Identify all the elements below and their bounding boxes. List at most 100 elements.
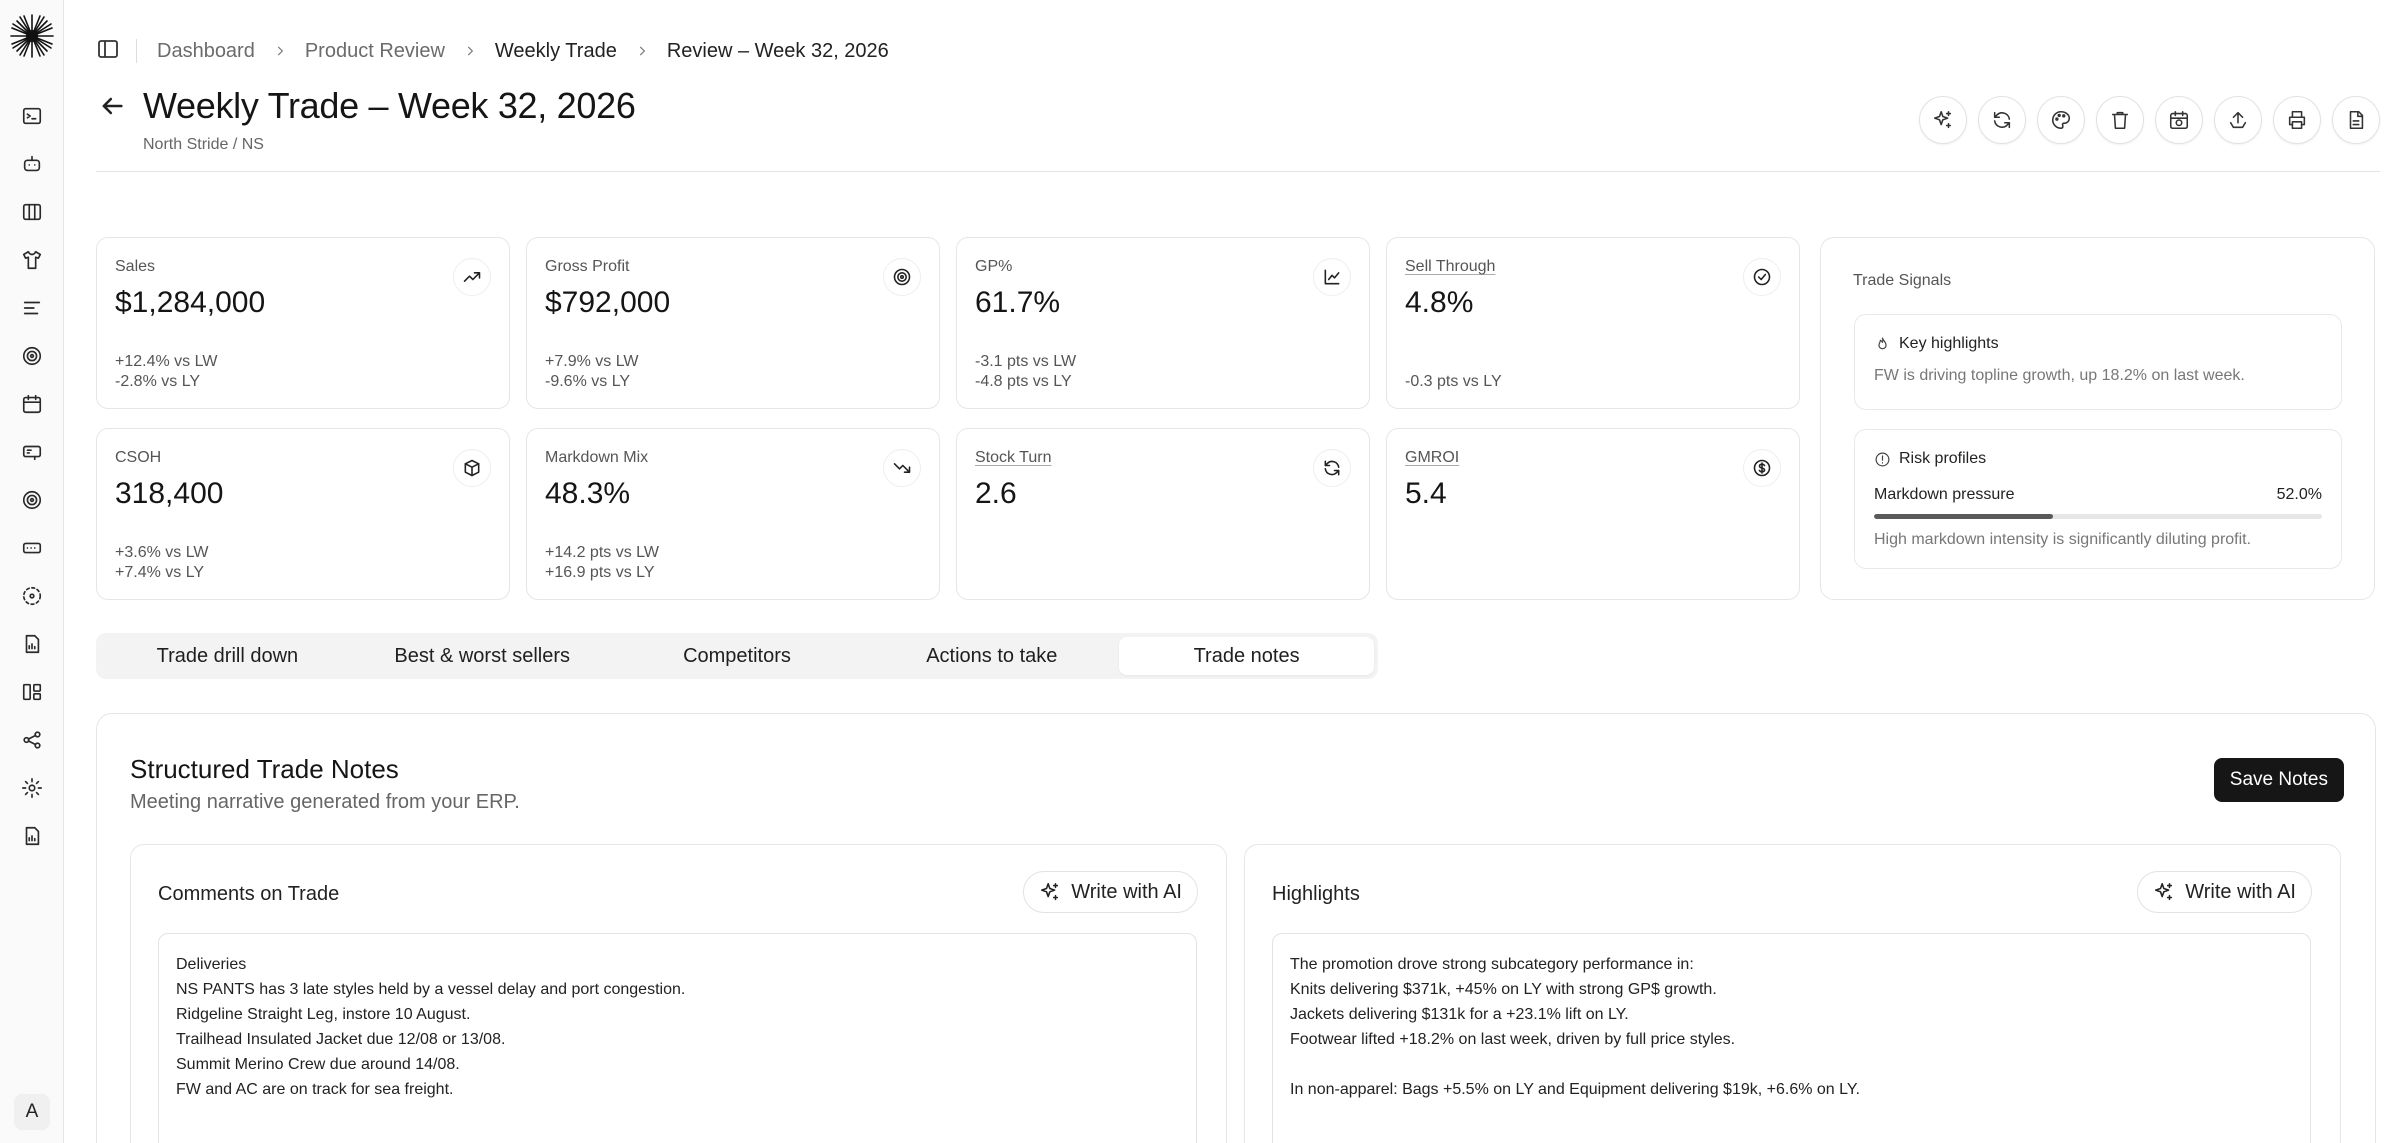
note-line: In non-apparel: Bags +5.5% on LY and Equ… (1290, 1081, 1860, 1098)
tab-trade-notes[interactable]: Trade notes (1119, 637, 1374, 675)
chevron-right-icon (635, 44, 649, 58)
tab-bar: Trade drill down Best & worst sellers Co… (96, 633, 1378, 679)
header-divider (96, 171, 2380, 172)
tab-best-worst-sellers[interactable]: Best & worst sellers (355, 637, 610, 675)
bot-icon[interactable] (19, 151, 45, 177)
document-icon (2349, 110, 2364, 130)
refresh-icon (1313, 449, 1351, 487)
kpi-card-sell-through[interactable]: Sell Through 4.8% -0.3 pts vs LY (1386, 237, 1800, 409)
write-with-ai-label: Write with AI (1071, 880, 1182, 903)
highlights-title: Highlights (1272, 883, 1360, 905)
kpi-card-gmroi[interactable]: GMROI 5.4 (1386, 428, 1800, 600)
schedule-button[interactable] (2155, 96, 2203, 144)
calendar-icon[interactable] (19, 391, 45, 417)
kpi-label[interactable]: Sell Through (1405, 258, 1781, 276)
delete-button[interactable] (2096, 96, 2144, 144)
kpi-label: Markdown Mix (545, 449, 649, 466)
write-with-ai-label: Write with AI (2185, 880, 2296, 903)
target-alt-icon[interactable] (19, 487, 45, 513)
kpi-delta-ly: +7.4% vs LY (115, 564, 205, 581)
comments-textarea[interactable]: Deliveries NS PANTS has 3 late styles he… (158, 933, 1197, 1143)
kpi-value: 318,400 (115, 477, 224, 510)
settings-icon[interactable] (19, 775, 45, 801)
trade-notes-panel: Structured Trade Notes Meeting narrative… (96, 713, 2376, 1143)
dashed-circle-icon[interactable] (19, 583, 45, 609)
kpi-delta-lw: +14.2 pts vs LW (545, 544, 659, 561)
back-arrow-icon[interactable] (98, 92, 126, 120)
sparkles-icon (2155, 882, 2173, 901)
ticket-icon[interactable] (19, 439, 45, 465)
breadcrumb-bar: Dashboard Product Review Weekly Trade Re… (96, 36, 889, 66)
note-line: Summit Merino Crew due around 14/08. (176, 1056, 460, 1073)
theme-button[interactable] (2037, 96, 2085, 144)
kpi-card-csoh[interactable]: CSOH 318,400 +3.6% vs LW +7.4% vs LY (96, 428, 510, 600)
notes-subtitle: Meeting narrative generated from your ER… (130, 791, 520, 813)
tab-actions-to-take[interactable]: Actions to take (864, 637, 1119, 675)
page-title: Weekly Trade – Week 32, 2026 (143, 85, 636, 126)
avatar[interactable]: A (14, 1094, 50, 1130)
kpi-card-sales[interactable]: Sales $1,284,000 +12.4% vs LW -2.8% vs LY (96, 237, 510, 409)
kpi-card-markdown-mix[interactable]: Markdown Mix 48.3% +14.2 pts vs LW +16.9 … (526, 428, 940, 600)
upload-button[interactable] (2214, 96, 2262, 144)
risk-profiles-card: Risk profiles Markdown pressure 52.0% Hig… (1854, 429, 2342, 569)
note-line (1290, 1052, 2293, 1077)
kpi-delta-lw: +7.9% vs LW (545, 353, 639, 370)
tab-trade-drill-down[interactable]: Trade drill down (100, 637, 355, 675)
sparkles-icon (1933, 110, 1952, 129)
kpi-value: 61.7% (975, 286, 1061, 319)
kpi-delta-lw (1405, 352, 1502, 372)
trending-up-icon (453, 258, 491, 296)
brand-logo[interactable] (8, 12, 56, 60)
key-highlights-title: Key highlights (1899, 335, 1999, 352)
kpi-label: Gross Profit (545, 258, 630, 275)
kpi-value: 48.3% (545, 477, 631, 510)
layout-icon[interactable] (19, 679, 45, 705)
toolbar (1919, 96, 2380, 144)
document-button[interactable] (2332, 96, 2380, 144)
report-icon[interactable] (19, 631, 45, 657)
card-icon[interactable] (19, 535, 45, 561)
sidebar-toggle-icon[interactable] (96, 37, 120, 66)
kpi-card-gross-profit[interactable]: Gross Profit $792,000 +7.9% vs LW -9.6% v… (526, 237, 940, 409)
risk-progress-bar (1874, 514, 2322, 519)
tab-competitors[interactable]: Competitors (610, 637, 865, 675)
list-filter-icon[interactable] (19, 295, 45, 321)
kpi-label[interactable]: GMROI (1405, 449, 1781, 467)
note-line: Knits delivering $371k, +45% on LY with … (1290, 981, 1717, 998)
breadcrumb-product-review[interactable]: Product Review (305, 40, 445, 63)
kpi-value: $1,284,000 (115, 286, 266, 319)
breadcrumb-dashboard[interactable]: Dashboard (157, 40, 255, 63)
share-icon[interactable] (19, 727, 45, 753)
key-highlights-card: Key highlights FW is driving topline gro… (1854, 314, 2342, 410)
kpi-value: 5.4 (1405, 477, 1447, 510)
note-line: Trailhead Insulated Jacket due 12/08 or … (176, 1031, 506, 1048)
kpi-label: GP% (975, 258, 1013, 275)
highlights-textarea[interactable]: The promotion drove strong subcategory p… (1272, 933, 2311, 1143)
flame-icon (1878, 337, 1887, 349)
trade-signals-panel: Trade Signals Key highlights FW is drivi… (1820, 237, 2375, 600)
shirt-icon[interactable] (19, 247, 45, 273)
terminal-icon[interactable] (19, 103, 45, 129)
notes-title: Structured Trade Notes (130, 754, 399, 784)
note-line: Footwear lifted +18.2% on last week, dri… (1290, 1031, 1736, 1048)
refresh-button[interactable] (1978, 96, 2026, 144)
risk-profiles-body: High markdown intensity is significantly… (1874, 531, 2252, 548)
columns-icon[interactable] (19, 199, 45, 225)
kpi-card-stock-turn[interactable]: Stock Turn 2.6 (956, 428, 1370, 600)
check-circle-icon (1743, 258, 1781, 296)
risk-metric-label: Markdown pressure (1874, 486, 2015, 503)
breadcrumb-weekly-trade[interactable]: Weekly Trade (495, 40, 617, 63)
ai-sparkles-button[interactable] (1919, 96, 1967, 144)
print-button[interactable] (2273, 96, 2321, 144)
kpi-label[interactable]: Stock Turn (975, 449, 1351, 467)
write-with-ai-button[interactable]: Write with AI (2137, 871, 2312, 913)
kpi-card-gp-percent[interactable]: GP% 61.7% -3.1 pts vs LW -4.8 pts vs LY (956, 237, 1370, 409)
write-with-ai-button[interactable]: Write with AI (1023, 871, 1198, 913)
kpi-value: 2.6 (975, 477, 1017, 510)
save-notes-button[interactable]: Save Notes (2213, 758, 2344, 802)
kpi-delta-lw: -3.1 pts vs LW (975, 353, 1077, 370)
document-chart-icon[interactable] (19, 823, 45, 849)
calendar-clock-icon (2169, 110, 2189, 130)
target-icon[interactable] (19, 343, 45, 369)
trash-icon (2111, 111, 2129, 130)
